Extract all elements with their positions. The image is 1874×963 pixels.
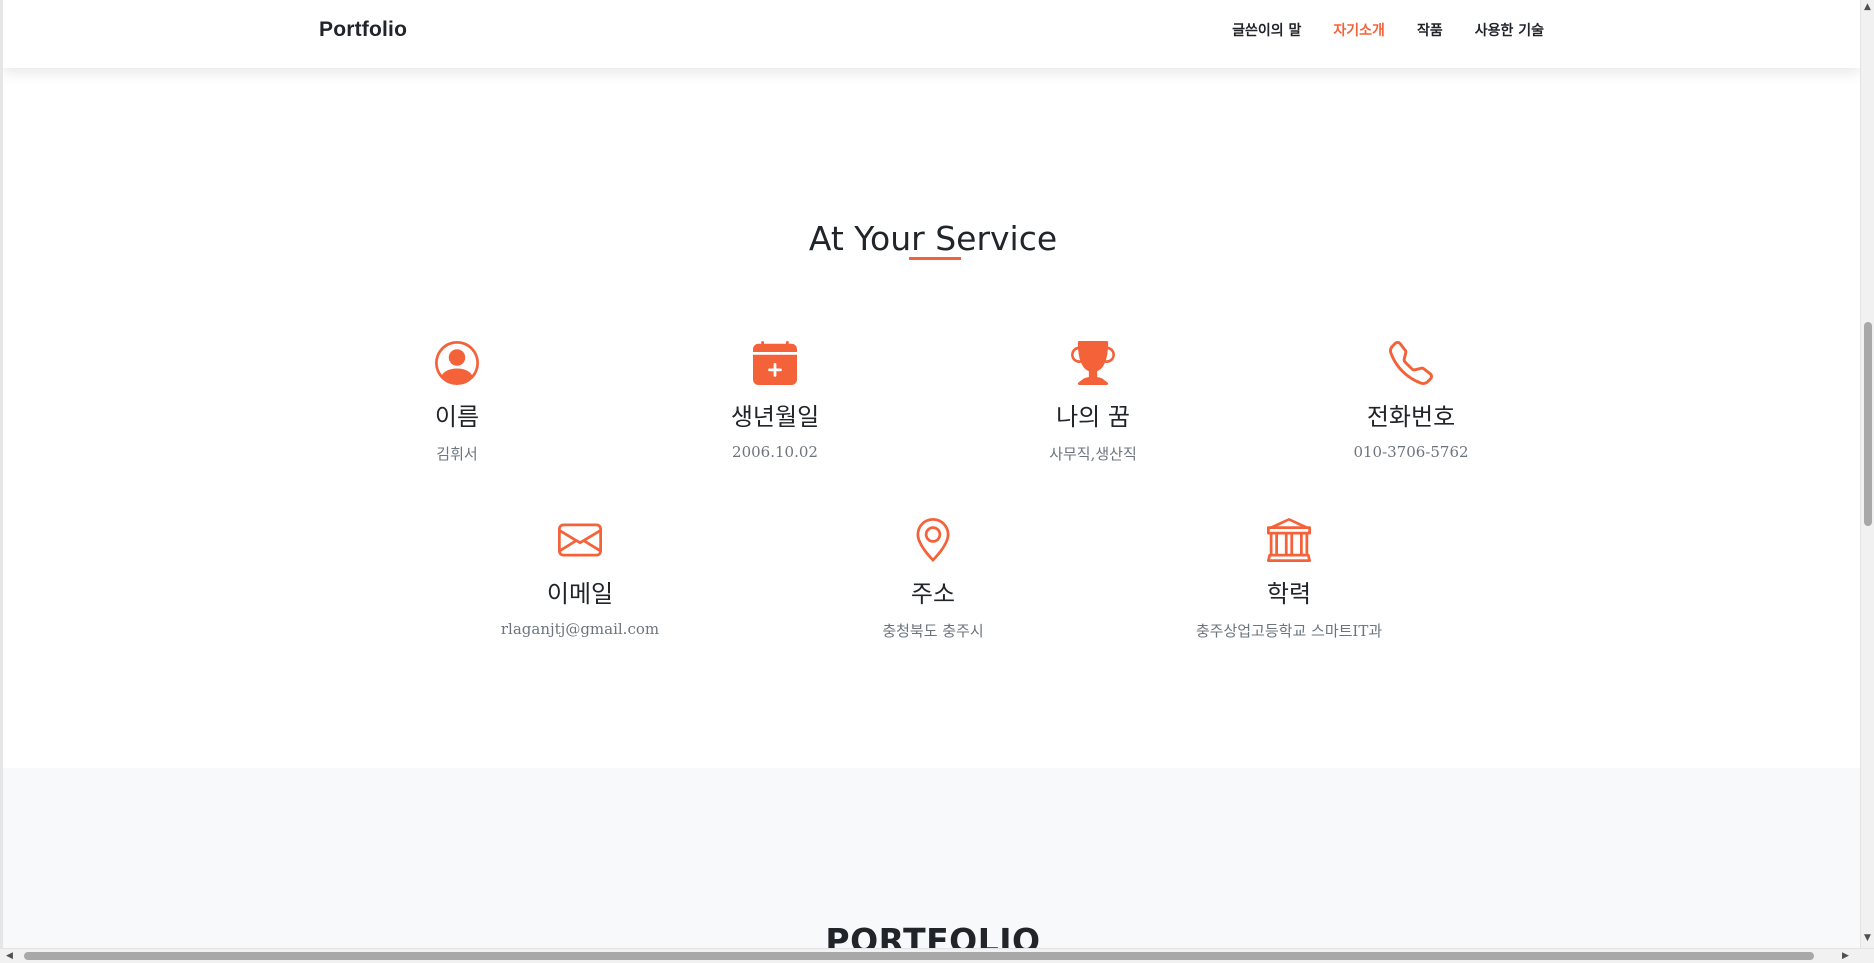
scroll-up-arrow-icon[interactable]: ▲ (1864, 3, 1871, 12)
info-item-phone: 전화번호 010-3706-5762 (1271, 341, 1551, 461)
calendar-plus-icon (753, 341, 797, 385)
vertical-scrollbar[interactable]: ▲ ▼ (1860, 0, 1874, 948)
info-item-education: 학력 충주상업고등학교 스마트IT과 (1149, 518, 1429, 641)
info-item-address: 주소 충청북도 충주시 (793, 518, 1073, 641)
info-item-name: 이름 김휘서 (317, 341, 597, 464)
info-label: 나의 꿈 (1056, 403, 1130, 431)
nav-link-about[interactable]: 자기소개 (1333, 20, 1385, 40)
info-label: 전화번호 (1366, 403, 1456, 431)
portfolio-title: PORTFOLIO (825, 921, 1041, 948)
title-divider (909, 257, 961, 260)
navbar: Portfolio 글쓴이의 말 자기소개 작품 사용한 기술 (3, 0, 1860, 68)
section-title: At Your Service (808, 219, 1058, 259)
info-value: 충주상업고등학교 스마트IT과 (1195, 622, 1383, 640)
bank-icon (1267, 518, 1311, 562)
person-circle-icon (435, 341, 479, 385)
brand-logo[interactable]: Portfolio (319, 18, 407, 42)
nav-link-skills[interactable]: 사용한 기술 (1475, 20, 1544, 40)
info-label: 이름 (434, 403, 480, 431)
nav-links: 글쓴이의 말 자기소개 작품 사용한 기술 (1232, 20, 1544, 40)
info-item-email: 이메일 rlaganjtj@gmail.com (440, 518, 720, 638)
info-value: rlaganjtj@gmail.com (500, 620, 660, 638)
scroll-down-arrow-icon[interactable]: ▼ (1864, 934, 1871, 943)
info-item-birthdate: 생년월일 2006.10.02 (635, 341, 915, 461)
info-value: 사무직,생산직 (1049, 445, 1137, 463)
info-label: 주소 (910, 580, 956, 608)
info-item-dream: 나의 꿈 사무직,생산직 (953, 341, 1233, 464)
nav-link-writer-note[interactable]: 글쓴이의 말 (1232, 20, 1301, 40)
info-label: 학력 (1266, 580, 1312, 608)
info-value: 김휘서 (436, 445, 478, 463)
horizontal-scrollbar[interactable]: ◀ ▶ (0, 948, 1874, 963)
geo-pin-icon (916, 518, 950, 562)
info-value: 010-3706-5762 (1353, 443, 1469, 461)
info-label: 이메일 (546, 580, 614, 608)
telephone-icon (1389, 341, 1433, 385)
envelope-icon (558, 523, 602, 557)
info-value: 충청북도 충주시 (882, 622, 984, 640)
horizontal-scroll-thumb[interactable] (24, 952, 1814, 960)
trophy-icon (1071, 341, 1115, 385)
nav-link-works[interactable]: 작품 (1417, 20, 1443, 40)
scroll-left-arrow-icon[interactable]: ◀ (6, 952, 13, 961)
browser-viewport: Portfolio 글쓴이의 말 자기소개 작품 사용한 기술 At Your … (0, 0, 1860, 948)
info-value: 2006.10.02 (732, 443, 818, 461)
vertical-scroll-thumb[interactable] (1864, 322, 1872, 526)
scroll-right-arrow-icon[interactable]: ▶ (1842, 952, 1849, 961)
info-label: 생년월일 (730, 403, 820, 431)
